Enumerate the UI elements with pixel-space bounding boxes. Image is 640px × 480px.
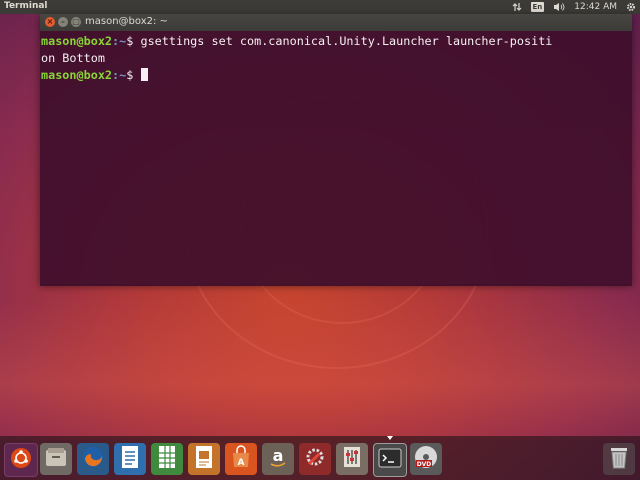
- svg-text:DVD: DVD: [417, 461, 432, 468]
- network-arrows-icon[interactable]: [512, 2, 522, 12]
- launcher-bar: A a DVD: [0, 436, 640, 480]
- calc-spreadsheet-icon: [157, 445, 177, 473]
- terminal-line: on Bottom: [40, 50, 632, 67]
- active-launcher-indicator: [387, 436, 393, 440]
- prompt-symbol: $: [126, 34, 141, 48]
- system-settings-button[interactable]: [299, 443, 331, 475]
- indicator-area: En 12:42 AM: [512, 0, 637, 14]
- keyboard-layout-icon[interactable]: En: [530, 2, 545, 12]
- dash-home-button[interactable]: [4, 443, 38, 477]
- terminal-output[interactable]: mason@box2:~$ gsettings set com.canonica…: [40, 31, 632, 286]
- minimize-button[interactable]: –: [58, 17, 68, 27]
- mixer-settings-button[interactable]: [336, 443, 368, 475]
- terminal-line: mason@box2:~$: [40, 67, 632, 84]
- prompt-user: mason@box2: [41, 68, 113, 82]
- gear-icon[interactable]: [626, 2, 636, 12]
- terminal-launcher-button[interactable]: [373, 443, 407, 477]
- svg-text:A: A: [238, 458, 245, 468]
- files-button[interactable]: [40, 443, 72, 475]
- libreoffice-calc-button[interactable]: [151, 443, 183, 475]
- ubuntu-logo-icon: [10, 447, 32, 473]
- terminal-line: mason@box2:~$ gsettings set com.canonica…: [40, 33, 632, 50]
- firefox-icon: [81, 445, 105, 473]
- prompt-path: :~: [112, 34, 127, 48]
- terminal-icon: [378, 447, 402, 473]
- prompt-user: mason@box2: [41, 34, 113, 48]
- svg-text:a: a: [273, 446, 284, 465]
- software-center-button[interactable]: A: [225, 443, 257, 475]
- amazon-icon: a: [266, 445, 290, 473]
- top-panel: Terminal En 12:42 AM: [0, 0, 640, 14]
- window-titlebar[interactable]: × – □ mason@box2: ~: [40, 14, 632, 31]
- prompt-path: :~: [112, 68, 127, 82]
- firefox-button[interactable]: [77, 443, 109, 475]
- libreoffice-writer-button[interactable]: [114, 443, 146, 475]
- sliders-icon: [341, 445, 363, 473]
- files-icon: [44, 446, 68, 472]
- trash-icon: [608, 444, 630, 474]
- impress-presentation-icon: [194, 445, 214, 473]
- window-controls: × – □: [45, 17, 81, 27]
- prompt-symbol: $: [126, 68, 141, 82]
- command-text: gsettings set com.canonical.Unity.Launch…: [140, 34, 553, 48]
- maximize-button[interactable]: □: [71, 17, 81, 27]
- close-button[interactable]: ×: [45, 17, 55, 27]
- shopping-bag-icon: A: [229, 445, 253, 473]
- settings-wrench-icon: [303, 445, 327, 473]
- libreoffice-impress-button[interactable]: [188, 443, 220, 475]
- clock[interactable]: 12:42 AM: [574, 2, 617, 12]
- trash-button[interactable]: [603, 443, 635, 475]
- volume-icon[interactable]: [553, 2, 565, 12]
- dvd-disc-icon: DVD: [413, 444, 439, 474]
- command-text-wrapped: on Bottom: [41, 51, 105, 65]
- amazon-button[interactable]: a: [262, 443, 294, 475]
- active-app-name: Terminal: [4, 1, 48, 11]
- wallpaper-glow: [0, 300, 640, 440]
- writer-document-icon: [120, 445, 140, 473]
- dvd-button[interactable]: DVD: [410, 443, 442, 475]
- window-title: mason@box2: ~: [85, 16, 168, 27]
- text-cursor: [141, 68, 149, 81]
- terminal-window[interactable]: × – □ mason@box2: ~ mason@box2:~$ gsetti…: [40, 14, 632, 286]
